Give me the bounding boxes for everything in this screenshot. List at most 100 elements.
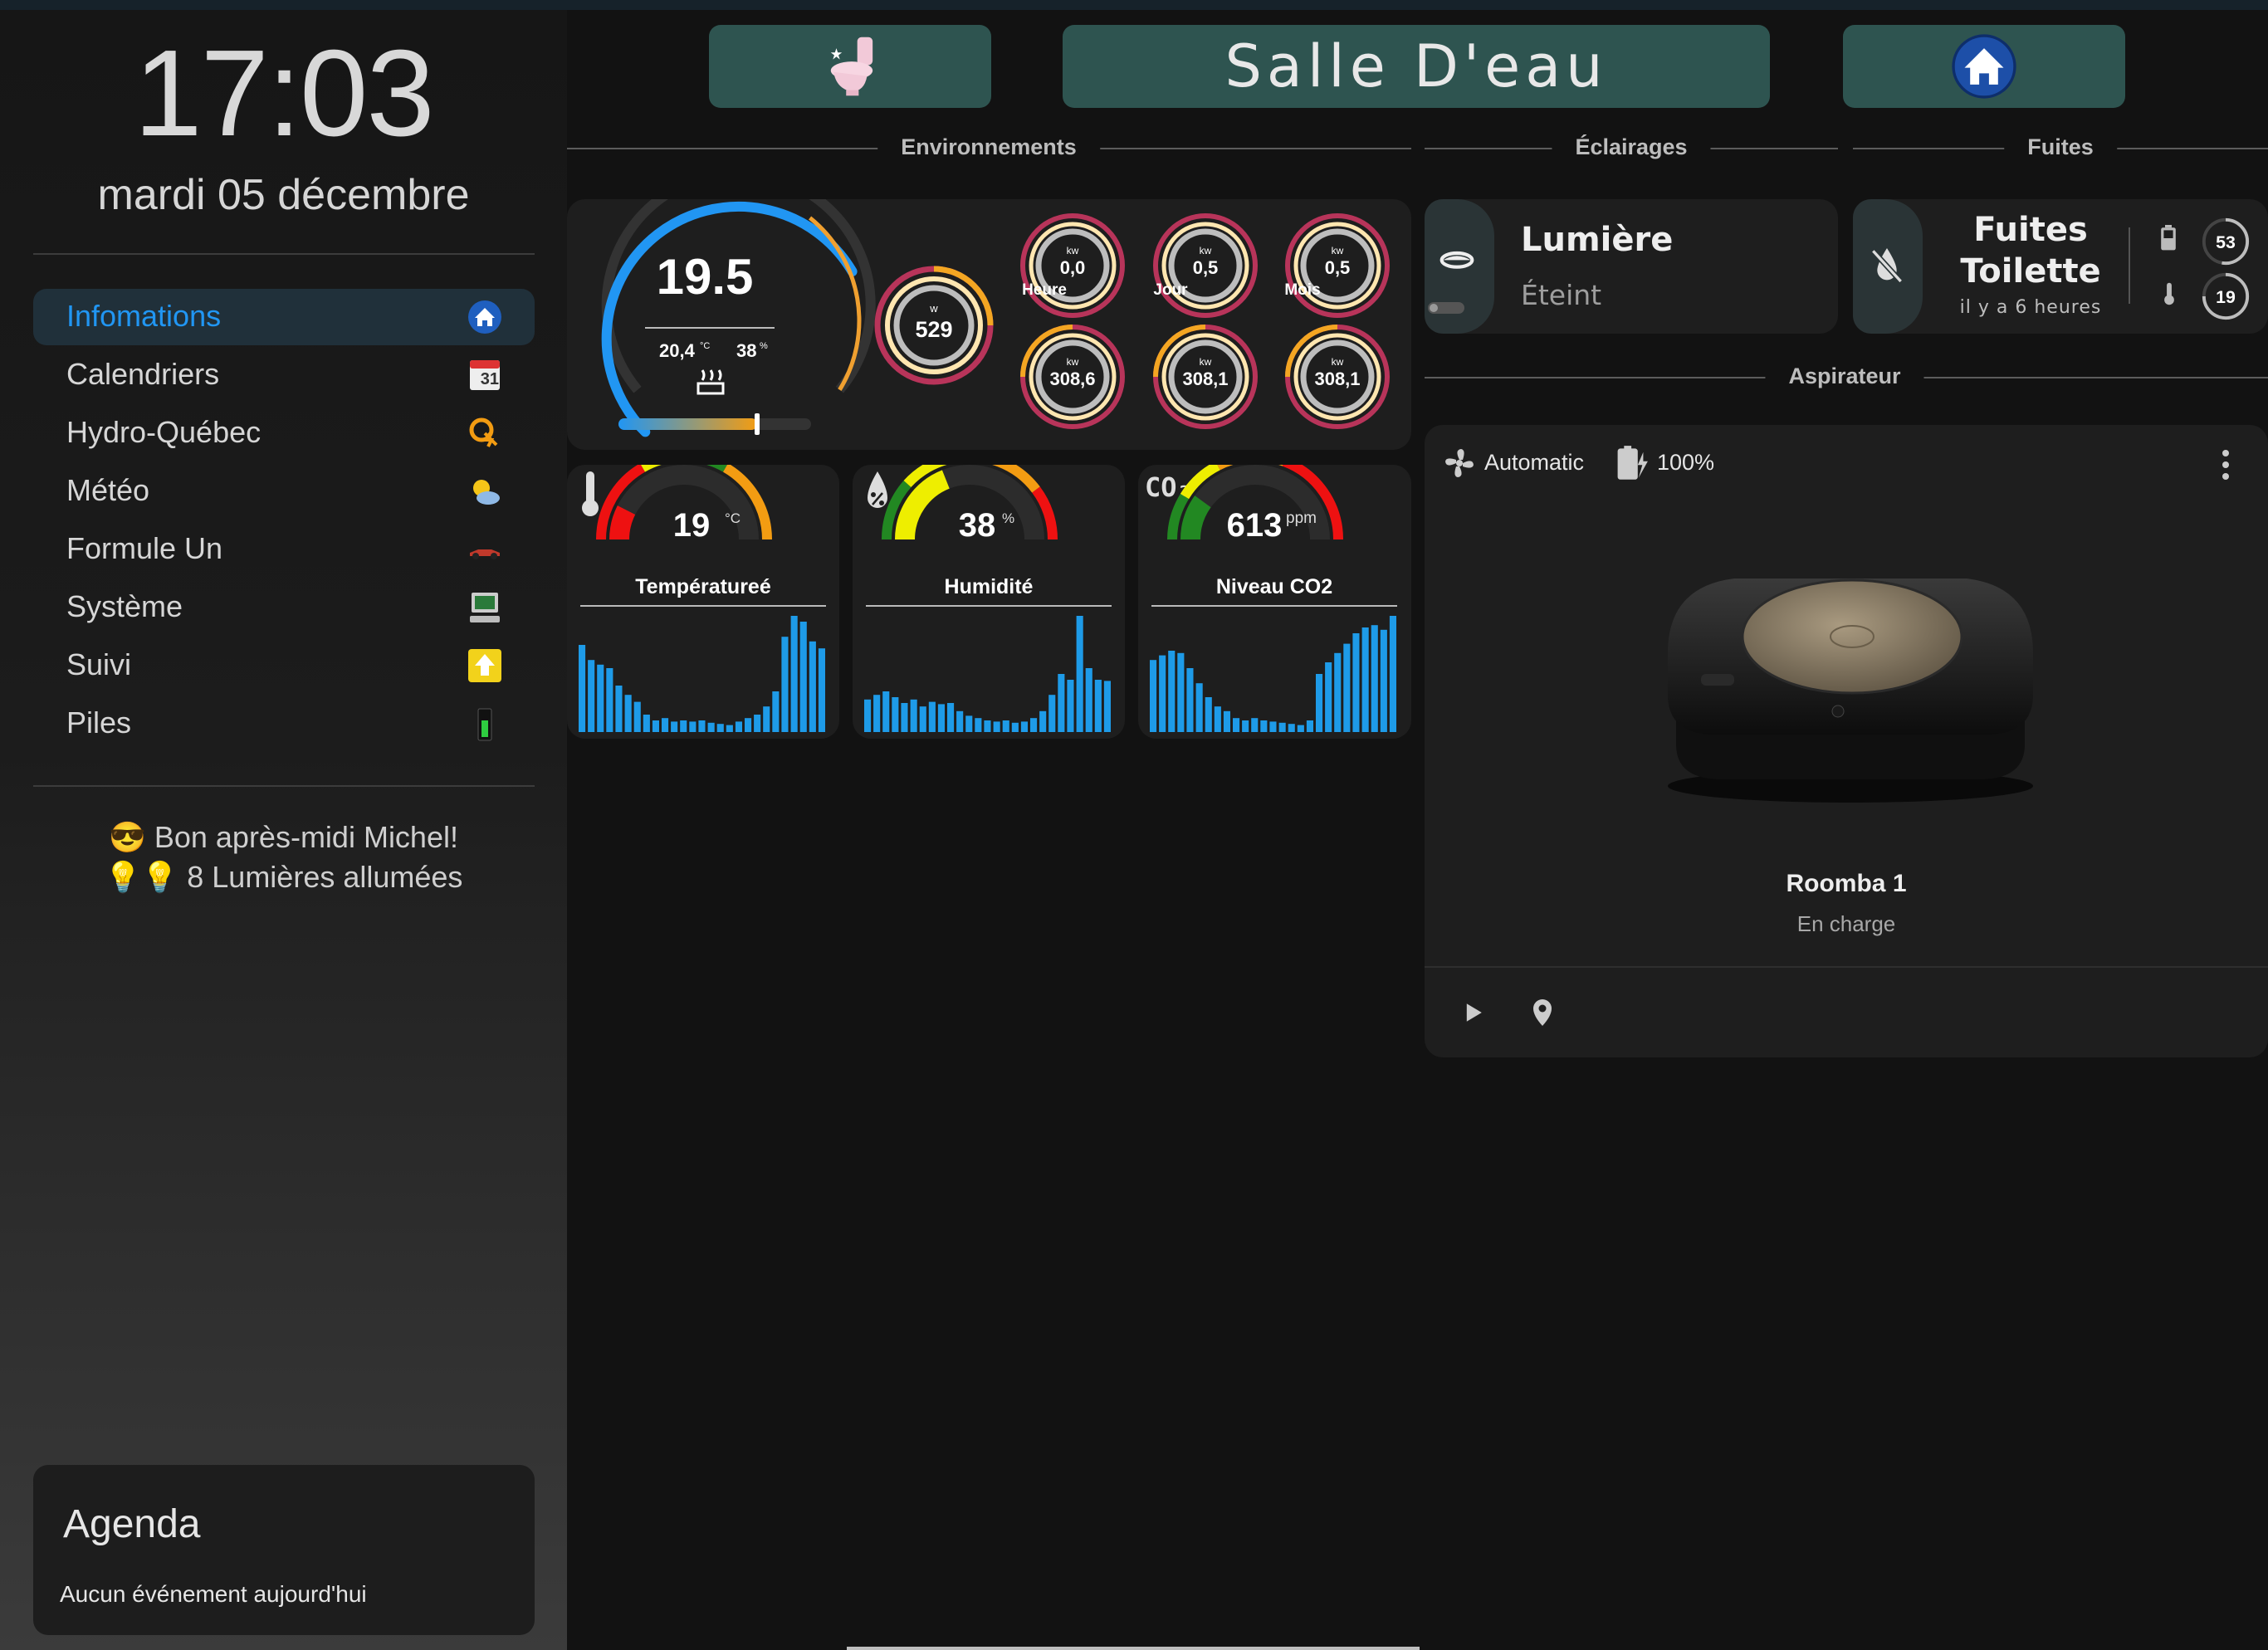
light-card[interactable]: Lumière Éteint	[1425, 199, 1838, 334]
greeting: 😎 Bon après-midi Michel! 💡💡 8 Lumières a…	[0, 818, 567, 897]
history-bar	[1020, 721, 1028, 732]
history-bar	[689, 721, 697, 732]
gauge-name: Niveau CO2	[1216, 575, 1332, 598]
sidebar-item-hydro-quebec[interactable]: Hydro-Québec	[33, 405, 535, 461]
sidebar-item-label: Calendriers	[66, 357, 220, 391]
thermostat[interactable]: 19.5 20,4 °C 38 %	[601, 199, 876, 437]
sidebar-item-label: Suivi	[66, 647, 132, 681]
leak-title: Fuites Toilette	[1939, 209, 2122, 292]
history-bar	[1195, 683, 1203, 732]
locate-icon[interactable]	[1526, 996, 1559, 1029]
room-title-button[interactable]: Salle D'eau	[1063, 25, 1770, 108]
history-bar	[1278, 722, 1286, 732]
energy-hour: kw 0,0 Heure kw 308,6	[1020, 213, 1125, 429]
section-title: Aspirateur	[1765, 364, 1924, 389]
sidebar-item-suivi[interactable]: Suivi	[33, 637, 535, 694]
more-options-icon[interactable]	[2222, 448, 2230, 481]
sidebar-item-formule-un[interactable]: Formule Un	[33, 521, 535, 578]
environment-svg: 19.5 20,4 °C 38 % w 529 kw 0,0 Heure kw …	[601, 199, 1390, 437]
environment-card: 19.5 20,4 °C 38 % w 529 kw 0,0 Heure kw …	[567, 199, 1411, 450]
history-bar	[1058, 674, 1065, 732]
gauge-value: 38	[959, 507, 996, 544]
energy-unit: kw	[1332, 245, 1344, 256]
thermometer-icon	[582, 471, 599, 516]
history-bar	[818, 648, 825, 732]
leak-icon-pill[interactable]	[1853, 199, 1923, 334]
energy-month: kw 0,5 Mois kw 308,1	[1284, 213, 1390, 429]
room-title: Salle D'eau	[1224, 32, 1608, 100]
history-bar	[606, 668, 613, 732]
light-name: Lumière	[1521, 221, 1674, 259]
history-bar	[615, 686, 623, 732]
energy-day-value: 0,5	[1193, 257, 1219, 278]
light-toggle[interactable]	[1428, 302, 1464, 314]
history-bar	[1030, 718, 1038, 732]
co2-card[interactable]: CO₂ 613 ppm Niveau CO2	[1138, 465, 1411, 739]
vacuum-status: En charge	[1796, 911, 1896, 936]
temperature-card[interactable]: 19 °C Températureé	[567, 465, 839, 739]
history-bar	[1103, 681, 1111, 732]
history-bar	[910, 699, 917, 732]
power-unit: w	[929, 302, 938, 315]
leak-battery-value: 53	[2216, 232, 2236, 252]
sidebar-item-meteo[interactable]: Météo	[33, 463, 535, 520]
sidebar-item-label: Infomations	[66, 299, 222, 333]
gauge-level-arc	[895, 470, 951, 540]
thermostat-slider-handle[interactable]	[755, 413, 760, 435]
history-bar	[1380, 629, 1387, 732]
home-button[interactable]	[1843, 25, 2125, 108]
history-bar	[680, 720, 687, 732]
sidebar-item-systeme[interactable]: Système	[33, 579, 535, 636]
toilet-button[interactable]	[709, 25, 991, 108]
gauge-level-arc	[609, 505, 636, 540]
history-bar	[1316, 674, 1323, 732]
energy-unit: kw	[1332, 356, 1344, 368]
clock: 17:03	[134, 25, 434, 162]
history-bar	[1048, 695, 1056, 732]
leak-temperature-value: 19	[2216, 287, 2236, 307]
battery-icon	[477, 708, 492, 741]
top-status-strip	[0, 0, 2268, 10]
history-bar	[873, 695, 881, 732]
gauge-unit: °C	[725, 510, 741, 526]
home-indicator-bar[interactable]	[847, 1647, 1420, 1650]
vacuum-fan-mode[interactable]: Automatic	[1484, 450, 1584, 476]
history-bar	[643, 715, 650, 732]
energy-label: Mois	[1284, 281, 1320, 299]
humidity-card[interactable]: 38 % Humidité	[853, 465, 1125, 739]
leak-card[interactable]: Fuites Toilette il y a 6 heures 53 19	[1853, 199, 2268, 334]
ceiling-light-icon	[1439, 251, 1474, 269]
vacuum-name: Roomba 1	[1786, 870, 1907, 897]
calendar-day: 31	[480, 370, 499, 388]
history-bar	[937, 704, 945, 732]
energy-label: Heure	[1022, 281, 1067, 299]
sidebar-item-label: Météo	[66, 473, 150, 507]
sidebar-item-piles[interactable]: Piles	[33, 696, 535, 752]
humidity-svg: 38 % Humidité	[864, 465, 1112, 732]
leak-divider	[2129, 227, 2130, 304]
history-bar	[965, 715, 973, 732]
history-bar	[1297, 725, 1304, 732]
fan-icon	[1445, 449, 1474, 477]
history-bar	[790, 616, 798, 732]
sidebar-item-informations[interactable]: Infomations	[33, 289, 535, 345]
sidebar-item-calendriers[interactable]: Calendriers 31	[33, 347, 535, 403]
history-bar	[745, 718, 752, 732]
light-icon-pill[interactable]	[1425, 199, 1494, 334]
history-bar	[1260, 720, 1268, 732]
section-header-fuites: Fuites	[1853, 134, 2268, 160]
history-bar	[1076, 616, 1083, 732]
section-title: Environnements	[877, 134, 1100, 160]
history-bar	[633, 701, 641, 732]
history-bar	[735, 721, 742, 732]
sunglasses-emoji-icon: 😎	[109, 820, 146, 854]
history-bar	[1334, 652, 1342, 732]
gauge-value: 613	[1227, 507, 1283, 544]
energy-month-total: 308,1	[1314, 369, 1360, 389]
history-bar	[901, 703, 908, 732]
play-icon[interactable]	[1458, 998, 1488, 1028]
history-bar	[1269, 721, 1277, 732]
agenda-empty-text: Aucun événement aujourd'hui	[60, 1581, 367, 1607]
history-bar	[1177, 652, 1185, 732]
energy-unit: kw	[1067, 245, 1079, 256]
